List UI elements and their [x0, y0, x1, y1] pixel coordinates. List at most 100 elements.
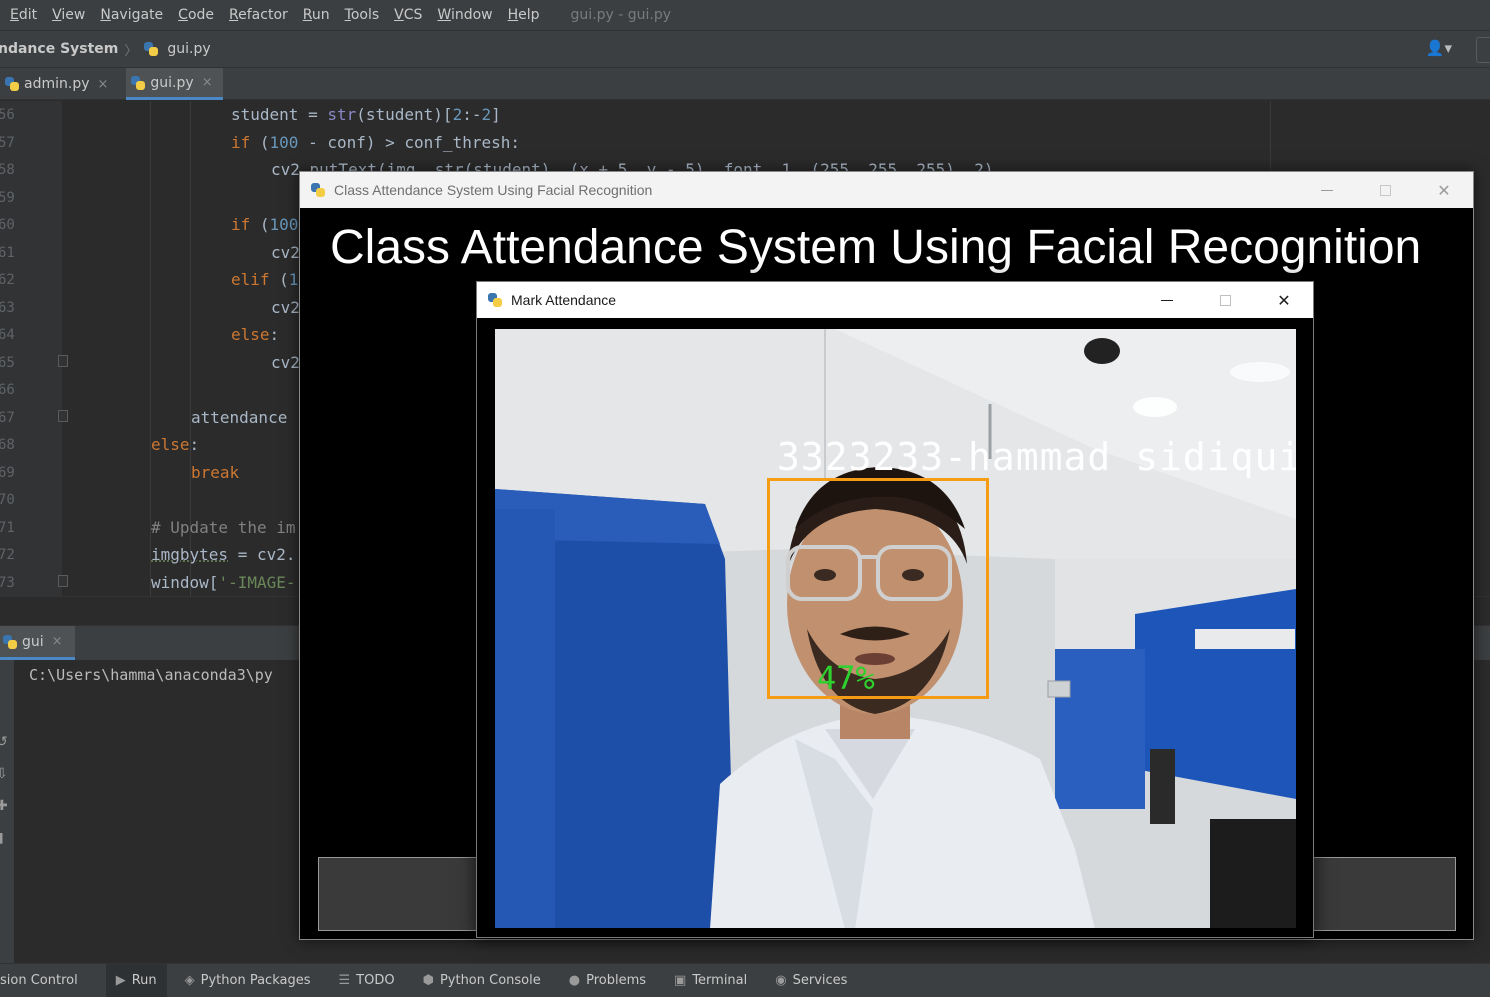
menu-tools[interactable]: Tools [345, 7, 380, 23]
run-icon: ▶ [115, 973, 126, 988]
tab-close-icon[interactable]: × [202, 75, 213, 90]
tool-label: TODO [356, 973, 395, 988]
tab-gui-py[interactable]: gui.py × [126, 68, 223, 100]
line-number: 63 [0, 300, 15, 316]
menu-mnemonic: H [507, 7, 519, 23]
tool-python-console[interactable]: ⬢ Python Console [423, 973, 541, 988]
window-titlebar[interactable]: Mark Attendance ✕ [477, 282, 1313, 318]
menu-label: elp [518, 7, 540, 23]
tab-label: admin.py [24, 76, 90, 92]
ide-window-title: gui.py - gui.py [570, 7, 672, 23]
code-line[interactable]: cv2 [271, 298, 300, 317]
mark-attendance-window: Mark Attendance ✕ 3323233-hammad sidiqui… [476, 281, 1314, 938]
python-file-icon [130, 75, 146, 91]
window-title: Class Attendance System Using Facial Rec… [334, 182, 653, 198]
delete-icon[interactable]: ▮ [0, 830, 4, 846]
menu-mnemonic: R [302, 7, 312, 23]
line-number: 73 [0, 575, 15, 591]
run-tab-label: gui [22, 633, 44, 650]
maximize-icon [1219, 294, 1231, 306]
tool-services[interactable]: ◉ Services [775, 973, 847, 988]
breadcrumb-file[interactable]: gui.py [167, 41, 210, 57]
fold-marker-icon[interactable] [58, 410, 68, 422]
code-line[interactable]: else: [231, 325, 279, 344]
menu-label: ools [350, 7, 380, 23]
close-button[interactable]: ✕ [1255, 282, 1313, 318]
code-line[interactable]: cv2 [271, 353, 300, 372]
tab-label: gui.py [150, 74, 194, 91]
menu-navigate[interactable]: Navigate [100, 7, 163, 23]
pin-icon[interactable]: ✚ [0, 798, 8, 814]
breadcrumb-project[interactable]: ndance System [0, 41, 118, 57]
scroll-to-end-icon[interactable]: ⇩ [0, 766, 8, 782]
rerun-icon[interactable]: ↺ [0, 734, 8, 750]
menu-mnemonic: N [100, 7, 111, 23]
tool-label: Run [131, 973, 157, 988]
line-number: 59 [0, 190, 15, 206]
tool-python-packages[interactable]: ◈ Python Packages [185, 973, 311, 988]
menu-help[interactable]: Help [508, 7, 540, 23]
menu-window[interactable]: Window [437, 7, 492, 23]
toolbar-button[interactable] [1476, 37, 1490, 63]
confidence-label: 47% [817, 659, 875, 697]
menu-refactor[interactable]: Refactor [229, 7, 288, 23]
menu-code[interactable]: Code [178, 7, 214, 23]
menu-view[interactable]: View [52, 7, 85, 23]
code-line[interactable]: cv2 [271, 243, 300, 262]
window-titlebar[interactable]: Class Attendance System Using Facial Rec… [300, 172, 1473, 208]
menu-label: indow [450, 7, 493, 23]
line-number: 61 [0, 245, 15, 261]
menu-mnemonic: V [394, 7, 404, 23]
tool-todo[interactable]: ☰ TODO [339, 973, 395, 988]
code-line[interactable]: else: [151, 435, 199, 454]
menu-run[interactable]: Run [303, 7, 330, 23]
tab-close-icon[interactable]: × [98, 77, 109, 92]
line-number: 60 [0, 217, 15, 233]
close-button[interactable]: ✕ [1415, 172, 1473, 208]
tool-terminal[interactable]: ▣ Terminal [674, 973, 747, 988]
menu-mnemonic: R [229, 7, 239, 23]
fold-marker-icon[interactable] [58, 575, 68, 587]
user-account-icon[interactable]: 👤▾ [1426, 39, 1452, 57]
menu-label: avigate [110, 7, 164, 23]
tool-label: Terminal [692, 973, 748, 988]
menu-label: dit [18, 7, 38, 23]
tool-version-control[interactable]: sion Control [0, 973, 78, 988]
face-detection-box [767, 478, 989, 699]
code-line[interactable]: if (100 - conf) > conf_thresh: [231, 133, 520, 152]
menu-edit[interactable]: Edit [10, 7, 37, 23]
line-number: 62 [0, 272, 15, 288]
line-number: 65 [0, 355, 15, 371]
window-title: Mark Attendance [511, 292, 617, 308]
menu-vcs[interactable]: VCS [394, 7, 422, 23]
code-line[interactable]: imgbytes = cv2. [151, 545, 296, 564]
maximize-button[interactable] [1196, 282, 1254, 318]
services-icon: ◉ [775, 973, 787, 988]
minimize-button[interactable] [1138, 282, 1196, 318]
tab-close-icon[interactable]: × [52, 634, 63, 649]
menu-label: un [311, 7, 330, 23]
line-number: 68 [0, 437, 15, 453]
tool-label: Problems [586, 973, 647, 988]
todo-icon: ☰ [338, 973, 351, 988]
tool-label: Python Console [439, 973, 541, 988]
code-line[interactable]: attendance [191, 408, 287, 427]
tool-problems[interactable]: ● Problems [569, 973, 646, 988]
code-line[interactable]: if (100 [231, 215, 298, 234]
breadcrumb: ndance System 〉 gui.py 👤▾ [0, 30, 1490, 68]
tab-admin-py[interactable]: admin.py × [0, 68, 118, 100]
breadcrumb-separator: 〉 [124, 43, 138, 59]
code-line[interactable]: # Update the im [151, 518, 296, 537]
fold-marker-icon[interactable] [58, 355, 68, 367]
code-line[interactable]: window['-IMAGE- [151, 573, 296, 592]
code-line[interactable]: break [191, 463, 239, 482]
line-number: 69 [0, 465, 15, 481]
menu-mnemonic: W [437, 7, 451, 23]
maximize-button[interactable] [1356, 172, 1414, 208]
code-line[interactable]: student = str(student)[2:-2] [231, 105, 501, 124]
minimize-button[interactable] [1298, 172, 1356, 208]
tool-run[interactable]: ▶ Run [105, 963, 167, 997]
code-line[interactable]: elif (1 [231, 270, 298, 289]
run-tab-gui[interactable]: gui × [0, 626, 75, 660]
minimize-icon [1161, 299, 1173, 301]
